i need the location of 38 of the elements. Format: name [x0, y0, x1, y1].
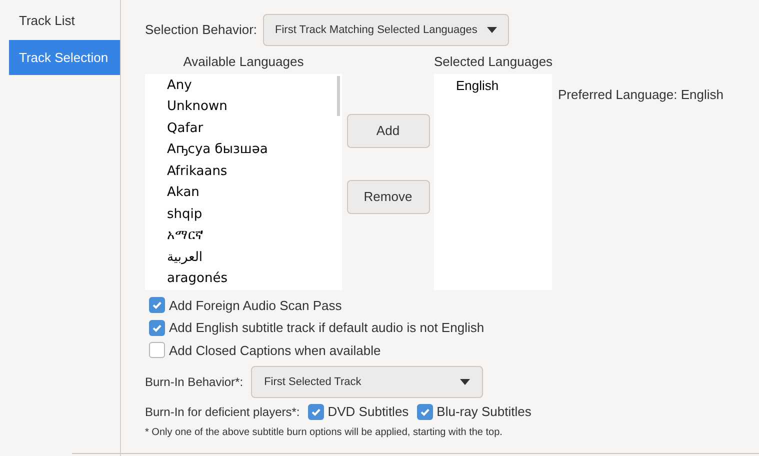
list-button[interactable]: Remove — [346, 180, 430, 214]
selection-behavior-dropdown[interactable]: First Track Matching Selected Languages — [263, 14, 510, 46]
checkbox-label: DVD Subtitles — [328, 403, 409, 421]
burn-in-behavior-dropdown[interactable]: First Selected Track — [251, 366, 484, 398]
caret-icon — [487, 27, 498, 33]
language-item[interactable]: Akan — [167, 182, 337, 204]
language-item[interactable]: Afrikaans — [167, 160, 337, 182]
checkbox-label: Blu-ray Subtitles — [436, 403, 532, 421]
checkbox[interactable] — [149, 320, 165, 336]
language-item[interactable]: Аҧсуа бызшәа — [167, 139, 337, 160]
language-item[interactable]: አማርኛ — [167, 225, 337, 246]
language-item[interactable]: English — [456, 74, 552, 96]
language-item[interactable]: Unknown — [167, 96, 337, 118]
burn-in-behavior-label: Burn-In Behavior*: — [145, 374, 244, 391]
checkbox[interactable] — [416, 404, 433, 420]
selection-behavior-label: Selection Behavior: — [145, 21, 258, 40]
check-icon — [151, 299, 163, 312]
list-title: Selected Languages — [434, 53, 553, 71]
checkbox-label: Add Foreign Audio Scan Pass — [169, 296, 342, 315]
checkbox-label: Add Closed Captions when available — [169, 342, 381, 360]
footnote: * Only one of the above subtitle burn options will be applied, starting with the top. — [145, 426, 504, 440]
language-item[interactable]: العربية — [167, 246, 337, 268]
list-button[interactable]: Add — [346, 114, 430, 148]
language-item[interactable]: Qafar — [167, 118, 337, 139]
preferred-language: Preferred Language: English — [558, 86, 724, 101]
burn-in-deficient-label: Burn-In for deficient players*: — [145, 404, 300, 421]
checkbox[interactable] — [308, 404, 324, 420]
list-title: Available Languages — [182, 53, 305, 71]
sidebar-item[interactable]: Track List — [9, 8, 120, 33]
caret-icon — [460, 379, 470, 385]
scrollbar[interactable] — [337, 76, 340, 116]
language-item[interactable]: aragonés — [167, 268, 337, 290]
sidebar-item[interactable]: Track Selection — [9, 40, 120, 75]
checkbox[interactable] — [149, 297, 165, 314]
language-item[interactable]: Any — [167, 74, 337, 96]
checkbox[interactable] — [149, 342, 165, 358]
language-item[interactable]: shqip — [167, 204, 337, 225]
checkbox-label: Add English subtitle track if default audio is not English — [169, 319, 484, 337]
